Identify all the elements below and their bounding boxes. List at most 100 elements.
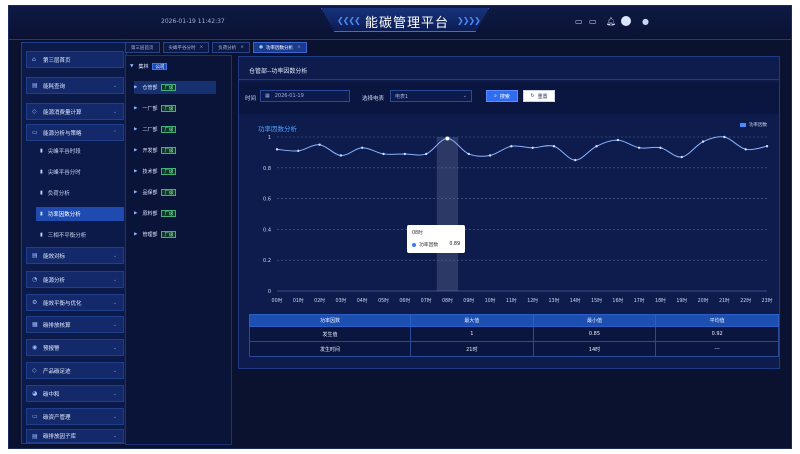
tree-root[interactable]: ▼ 集林 公司 [130,60,168,73]
legend-swatch [740,123,746,127]
caret-right-icon: ▶ [134,106,138,111]
sidebar-item-energy-analysis-2[interactable]: ◔ 能源分析 ⌄ [26,271,124,288]
y-tick-label: 1 [268,135,271,141]
data-point [318,143,321,146]
tree-label: 管理部 [142,232,158,238]
stats-table: 功率因数 最大值 最小值 平均值 发生值 1 0.85 0.92 发生时间 21… [249,314,779,357]
sidebar-item-label: 预报警 [43,345,60,352]
close-icon[interactable]: × [297,45,301,50]
meter-value: 电表1 [395,93,409,100]
sidebar-item-alarm[interactable]: ◉ 预报警 ⌄ [26,339,124,356]
chevron-down-icon: ⌄ [112,82,117,89]
sidebar-sub-power-factor[interactable]: ▮ 功率因数分析 [36,207,124,221]
sidebar-item-neutral[interactable]: ◕ 碳中和 ⌄ [26,385,124,402]
table-header: 最大值 [409,314,534,327]
tree-node-material[interactable]: ▶ 原料部 厂级 [134,207,177,220]
avatar-icon[interactable] [621,16,631,26]
tree-node-factory-2[interactable]: ▶ 二厂部 厂级 [134,123,177,136]
sidebar-item-benchmark[interactable]: ▤ 能效对标 ⌄ [26,247,124,264]
date-picker[interactable]: ▦ 2026-01-19 [260,90,350,102]
chart-icon: ▤ [32,82,38,89]
sidebar-sub-peak-period[interactable]: ▮ 尖峰平谷时段 [36,144,124,158]
data-point [382,152,385,156]
chevron-down-icon: ⌄ [112,390,117,397]
x-tick-label: 23时 [762,297,773,304]
factory-badge: 厂级 [161,189,177,196]
tree-label: 仓管部 [142,85,158,91]
sub-item-label: 尖峰平谷时段 [47,149,81,155]
bell-icon[interactable]: 🔔︎ [606,17,616,26]
sidebar-item-carbon-accounting[interactable]: ▦ 碳排放核算 ⌄ [26,316,124,333]
chevron-down-icon: ⌄ [112,367,117,374]
monitor-icon[interactable]: ▭ [575,17,583,26]
meter-select[interactable]: 电表1 ⌄ [390,90,472,102]
y-tick-label: 0.4 [263,227,271,233]
filter-bar: 时间 ▦ 2026-01-19 选择电表 电表1 ⌄ ⌕ 搜索 ↻ 重置 [239,82,779,114]
sidebar-item-balance[interactable]: ⚙ 能效平衡与优化 ⌄ [26,294,124,311]
sidebar-item-home[interactable]: ⌂ 第三层首页 [26,51,124,68]
close-icon[interactable]: × [240,45,244,50]
compare-icon: ▤ [32,252,38,259]
sidebar-sub-peak-split[interactable]: ▮ 尖峰平谷分时 [36,165,124,179]
sidebar-item-energy-query[interactable]: ▤ 能耗查询 ⌄ [26,77,124,94]
data-point [297,149,300,153]
caret-down-icon: ▼ [130,64,134,69]
tab-label: 功率因数分析 [266,45,293,51]
data-point [616,138,620,142]
sidebar-sub-three-phase[interactable]: ▮ 三相不平衡分析 [36,228,124,242]
sidebar-item-label: 能效平衡与优化 [43,300,82,307]
divider [239,79,779,80]
user-icon[interactable]: ● [642,17,649,26]
x-tick-label: 13时 [549,297,560,304]
search-icon: ⌕ [494,93,497,99]
sidebar-item-label: 碳中和 [43,391,60,398]
org-tree: ▼ 集林 公司 ▶ 仓管部 厂级 ▶ 一厂部 厂级 ▶ 二厂部 厂级 ▶ 开发部 厂级 ▶ 技术部 厂级… [125,55,232,445]
close-icon[interactable]: × [200,45,204,50]
table-cell: 发生值 [249,326,411,342]
bar-chart-icon: ▮ [40,232,43,238]
sidebar-item-label: 碳排放因子库 [43,434,77,440]
caret-right-icon: ▶ [134,148,138,153]
app-frame: 2026-01-19 11:42:37 ❮❮❮❮ 能碳管理平台 ❯❯❯❯ ▭ ▭… [8,5,792,449]
alarm-icon: ◉ [32,344,38,351]
tab-home[interactable]: 第三层首页 [125,42,160,53]
tab-power-factor[interactable]: ● 功率因数分析 × [253,42,307,53]
sidebar-sub-load[interactable]: ▮ 负荷分析 [36,186,124,200]
sidebar-item-footprint[interactable]: ◇ 产品碳足迹 ⌄ [26,362,124,379]
tree-node-development[interactable]: ▶ 开发部 厂级 [134,144,177,157]
reset-button-label: 重置 [537,93,548,100]
y-tick-label: 0 [268,289,271,295]
tab-load[interactable]: 负荷分析 × [212,42,251,53]
bar-chart-icon: ▮ [40,148,43,154]
data-point [445,136,450,141]
sidebar-item-energy-calc[interactable]: ◇ 能源消费量计算 ⌄ [26,103,124,120]
chart-legend[interactable]: 功率因数 [740,122,767,128]
tree-node-quality[interactable]: ▶ 品保部 厂级 [134,186,177,199]
tree-node-warehouse[interactable]: ▶ 仓管部 厂级 [134,81,216,94]
search-button[interactable]: ⌕ 搜索 [486,90,518,102]
x-tick-label: 03时 [335,297,346,304]
factory-badge: 厂级 [161,210,177,217]
chevron-down-icon: ⌄ [112,299,117,306]
reset-button[interactable]: ↻ 重置 [523,90,555,102]
y-tick-label: 0.2 [263,258,271,264]
tree-label: 技术部 [142,169,158,175]
data-point [659,146,662,149]
tree-node-factory-1[interactable]: ▶ 一厂部 厂级 [134,102,177,115]
sidebar-item-energy-analysis[interactable]: ▭ 能源分析与策略 ⌃ [26,124,124,141]
sub-item-label: 功率因数分析 [47,212,81,218]
time-label: 时间 [245,96,257,102]
chevron-down-icon: ⌄ [112,433,117,439]
tree-node-management[interactable]: ▶ 管理部 厂级 [134,228,177,241]
data-point [680,155,683,159]
screen-icon[interactable]: ▭ [589,17,597,26]
tab-peak-split[interactable]: 尖峰平谷分时 × [162,42,210,53]
tree-node-technology[interactable]: ▶ 技术部 厂级 [134,165,177,178]
chevrons-right-icon: ❯❯❯❯ [457,16,481,25]
sidebar-item-factor-library[interactable]: ▤ 碳排放因子库 ⌄ [26,429,124,443]
data-point [765,145,769,148]
panel-title: 仓管部--功率因数分析 [249,68,308,75]
chevron-down-icon: ⌄ [112,276,117,283]
sidebar-item-asset[interactable]: ▭ 碳资产管理 ⌄ [26,408,124,425]
factory-badge: 厂级 [161,147,177,154]
